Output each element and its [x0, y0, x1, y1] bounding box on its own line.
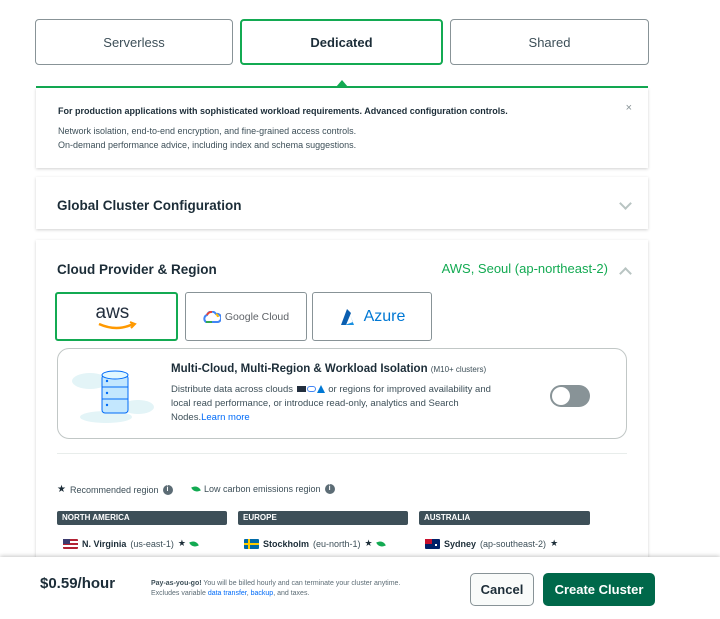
multi-cloud-title: Multi-Cloud, Multi-Region & Workload Iso… [171, 363, 487, 375]
aws-logo: aws [95, 302, 139, 332]
continent-header-north-america: NORTH AMERICA [57, 511, 227, 525]
data-transfer-link[interactable]: data transfer [208, 590, 247, 597]
leaf-icon [191, 484, 201, 494]
multi-cloud-description: local read performance, or introduce rea… [171, 398, 459, 409]
star-icon: ★ [364, 538, 373, 548]
global-cluster-config-section[interactable]: Global Cluster Configuration [36, 177, 648, 229]
tier-shared-tab[interactable]: Shared [450, 19, 649, 65]
tier-dedicated-tab[interactable]: Dedicated [240, 19, 443, 65]
star-icon: ★ [57, 484, 66, 495]
google-cloud-icon [203, 310, 221, 323]
chevron-up-icon[interactable] [619, 267, 632, 280]
tier-serverless-tab[interactable]: Serverless [35, 19, 233, 65]
billing-note: Pay-as-you-go! You will be billed hourly… [151, 580, 401, 587]
backup-link[interactable]: backup [251, 590, 274, 597]
selected-region-summary: AWS, Seoul (ap-northeast-2) [441, 261, 608, 276]
us-flag-icon [63, 538, 78, 549]
cloud-providers-mini-icons [296, 384, 326, 394]
leaf-icon [189, 539, 199, 548]
tier-description-line: On-demand performance advice, including … [58, 140, 357, 150]
leaf-icon [375, 539, 386, 548]
legend-low-carbon: Low carbon emissions region i [191, 484, 335, 494]
info-icon[interactable]: i [324, 484, 335, 494]
star-icon: ★ [177, 538, 186, 548]
region-option-us-east-1[interactable]: N. Virginia (us-east-1) ★ [63, 538, 199, 549]
toggle-knob [552, 387, 570, 405]
provider-label: Azure [363, 307, 406, 325]
sweden-flag-icon [244, 538, 259, 549]
section-divider [57, 453, 627, 454]
multi-cloud-toggle[interactable] [550, 385, 590, 407]
database-cluster-illustration [72, 370, 154, 423]
tier-description-title: For production applications with sophist… [58, 106, 508, 116]
australia-flag-icon [425, 538, 440, 549]
billing-exclusions-note: Excludes variable data transfer, backup,… [151, 590, 310, 597]
hourly-price: $0.59/hour [40, 575, 116, 592]
star-icon: ★ [550, 538, 559, 548]
provider-azure-button[interactable]: Azure [312, 292, 432, 341]
section-title: Global Cluster Configuration [57, 198, 242, 213]
tier-label: Dedicated [310, 34, 373, 50]
tier-label: Serverless [103, 34, 165, 50]
create-cluster-button[interactable]: Create Cluster [543, 573, 655, 606]
continent-header-europe: EUROPE [238, 511, 408, 525]
legend-recommended: ★ Recommended region i [57, 484, 173, 495]
chevron-down-icon[interactable] [619, 197, 632, 210]
provider-google-cloud-button[interactable]: Google Cloud [185, 292, 307, 341]
azure-icon [340, 308, 354, 325]
info-icon[interactable]: i [162, 484, 173, 495]
tier-label: Shared [528, 34, 571, 50]
multi-cloud-badge: (M10+ clusters) [430, 365, 487, 374]
cancel-button[interactable]: Cancel [470, 573, 534, 606]
multi-cloud-description: Nodes.Learn more [171, 412, 250, 423]
footer-bar: $0.59/hour Pay-as-you-go! You will be bi… [0, 557, 720, 619]
section-title: Cloud Provider & Region [57, 262, 217, 277]
tier-description-line: Network isolation, end-to-end encryption… [58, 126, 357, 136]
provider-aws-button[interactable]: aws [55, 292, 178, 341]
tier-description-card: For production applications with sophist… [36, 88, 648, 168]
multi-cloud-panel: Multi-Cloud, Multi-Region & Workload Iso… [57, 348, 627, 439]
cloud-provider-region-section: Cloud Provider & Region AWS, Seoul (ap-n… [36, 240, 648, 570]
continent-header-australia: AUSTRALIA [419, 511, 590, 525]
close-icon[interactable]: × [626, 102, 632, 114]
region-option-ap-southeast-2[interactable]: Sydney (ap-southeast-2) ★ [425, 538, 558, 549]
region-option-eu-north-1[interactable]: Stockholm (eu-north-1) ★ [244, 538, 386, 549]
learn-more-link[interactable]: Learn more [201, 412, 250, 423]
multi-cloud-description: Distribute data across clouds or regions… [171, 384, 491, 395]
provider-label: Google Cloud [224, 310, 290, 323]
